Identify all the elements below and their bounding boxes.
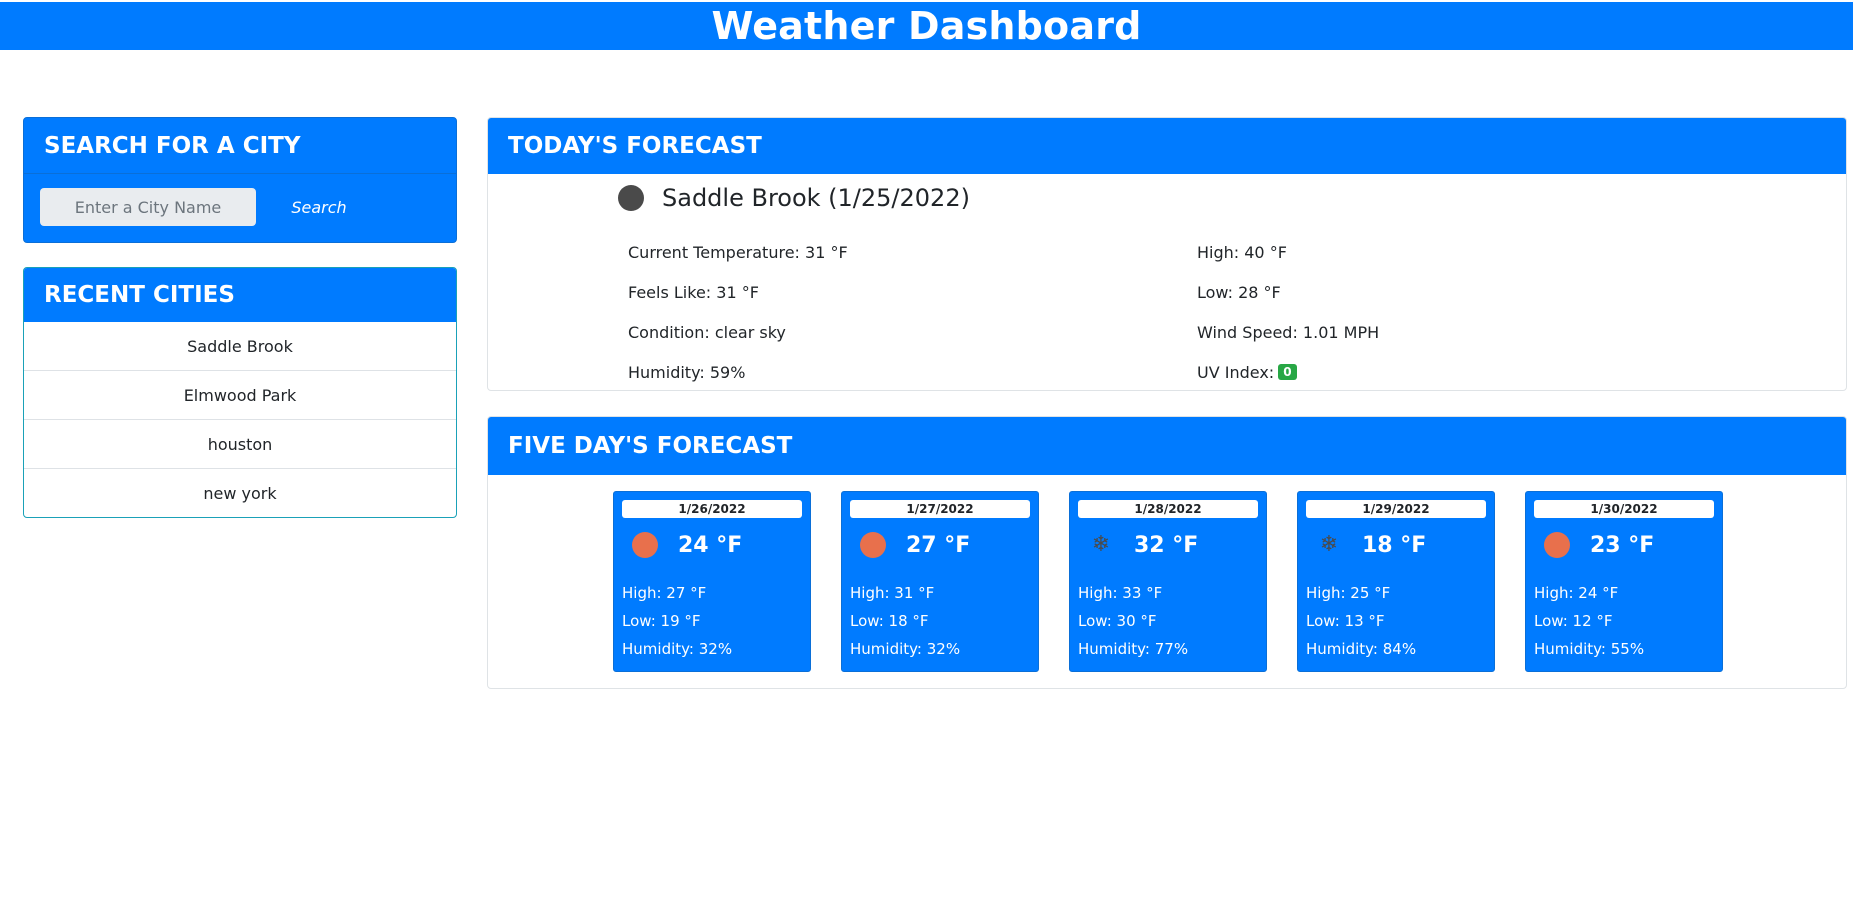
- forecast-high: High: 24 °F: [1534, 584, 1619, 602]
- wind-speed: Wind Speed: 1.01 MPH: [1197, 322, 1380, 342]
- forecast-low: Low: 18 °F: [850, 612, 929, 630]
- forecast-low: Low: 30 °F: [1078, 612, 1157, 630]
- forecast-day-card: 1/26/2022 24 °F High: 27 °F Low: 19 °F H…: [613, 491, 811, 672]
- forecast-date: 1/28/2022: [1078, 500, 1258, 518]
- forecast-humidity: Humidity: 84%: [1306, 640, 1417, 658]
- recent-cities-list: Saddle Brook Elmwood Park houston new yo…: [24, 322, 456, 517]
- forecast-temp: 27 °F: [906, 532, 971, 558]
- forecast-high: High: 33 °F: [1078, 584, 1163, 602]
- forecast-date: 1/27/2022: [850, 500, 1030, 518]
- forecast-low: Low: 13 °F: [1306, 612, 1385, 630]
- app-header: Weather Dashboard: [0, 2, 1853, 50]
- forecast-summary: ❄ 32 °F: [1088, 532, 1199, 558]
- forecast-summary: 24 °F: [632, 532, 742, 558]
- today-high: High: 40 °F: [1197, 242, 1287, 262]
- recent-cities-card: RECENT CITIES Saddle Brook Elmwood Park …: [23, 267, 457, 518]
- search-button[interactable]: Search: [274, 188, 364, 226]
- weather-condition-icon: [618, 185, 644, 211]
- city-search-input[interactable]: [40, 188, 256, 226]
- forecast-low: Low: 19 °F: [622, 612, 701, 630]
- forecast-day-card: 1/29/2022 ❄ 18 °F High: 25 °F Low: 13 °F…: [1297, 491, 1495, 672]
- uv-index-badge: 0: [1278, 364, 1297, 380]
- forecast-date: 1/29/2022: [1306, 500, 1486, 518]
- recent-city-item[interactable]: Elmwood Park: [24, 371, 456, 420]
- todays-forecast-title: TODAY'S FORECAST: [488, 118, 1846, 174]
- condition: Condition: clear sky: [628, 322, 786, 342]
- sun-icon: [860, 532, 886, 558]
- forecast-humidity: Humidity: 32%: [850, 640, 961, 658]
- page-title: Weather Dashboard: [711, 4, 1142, 48]
- forecast-day-card: 1/30/2022 23 °F High: 24 °F Low: 12 °F H…: [1525, 491, 1723, 672]
- today-city-heading: Saddle Brook (1/25/2022): [618, 184, 970, 212]
- recent-city-item[interactable]: Saddle Brook: [24, 322, 456, 371]
- today-city-name: Saddle Brook (1/25/2022): [662, 184, 970, 212]
- forecast-day-row: 1/26/2022 24 °F High: 27 °F Low: 19 °F H…: [613, 491, 1723, 672]
- forecast-temp: 24 °F: [678, 532, 743, 558]
- five-day-forecast-title: FIVE DAY'S FORECAST: [488, 417, 1846, 475]
- forecast-high: High: 25 °F: [1306, 584, 1391, 602]
- snowflake-icon: ❄: [1091, 532, 1111, 557]
- forecast-day-card: 1/27/2022 27 °F High: 31 °F Low: 18 °F H…: [841, 491, 1039, 672]
- humidity: Humidity: 59%: [628, 362, 746, 382]
- search-row: Search: [24, 174, 456, 240]
- uv-index: UV Index: 0: [1197, 352, 1766, 390]
- forecast-humidity: Humidity: 32%: [622, 640, 733, 658]
- sun-icon: [1544, 532, 1570, 558]
- forecast-high: High: 27 °F: [622, 584, 707, 602]
- search-card-title: SEARCH FOR A CITY: [24, 118, 456, 174]
- forecast-date: 1/26/2022: [622, 500, 802, 518]
- forecast-temp: 18 °F: [1362, 532, 1427, 558]
- forecast-summary: 27 °F: [860, 532, 970, 558]
- sun-icon: [632, 532, 658, 558]
- forecast-temp: 32 °F: [1134, 532, 1199, 558]
- forecast-day-card: 1/28/2022 ❄ 32 °F High: 33 °F Low: 30 °F…: [1069, 491, 1267, 672]
- snowflake-icon: ❄: [1319, 532, 1339, 557]
- todays-forecast-card: TODAY'S FORECAST Saddle Brook (1/25/2022…: [487, 117, 1847, 391]
- feels-like: Feels Like: 31 °F: [628, 282, 759, 302]
- today-low: Low: 28 °F: [1197, 282, 1281, 302]
- forecast-low: Low: 12 °F: [1534, 612, 1613, 630]
- forecast-temp: 23 °F: [1590, 532, 1655, 558]
- current-temperature: Current Temperature: 31 °F: [628, 242, 848, 262]
- recent-cities-title: RECENT CITIES: [24, 268, 456, 322]
- forecast-date: 1/30/2022: [1534, 500, 1714, 518]
- uv-index-label: UV Index:: [1197, 362, 1275, 382]
- recent-city-item[interactable]: houston: [24, 420, 456, 469]
- forecast-humidity: Humidity: 55%: [1534, 640, 1645, 658]
- forecast-summary: ❄ 18 °F: [1316, 532, 1427, 558]
- forecast-high: High: 31 °F: [850, 584, 935, 602]
- recent-city-item[interactable]: new york: [24, 469, 456, 517]
- forecast-humidity: Humidity: 77%: [1078, 640, 1189, 658]
- five-day-forecast-card: FIVE DAY'S FORECAST 1/26/2022 24 °F High…: [487, 416, 1847, 689]
- forecast-summary: 23 °F: [1544, 532, 1654, 558]
- today-details: Current Temperature: 31 °F High: 40 °F F…: [628, 232, 1778, 390]
- search-card: SEARCH FOR A CITY Search: [23, 117, 457, 243]
